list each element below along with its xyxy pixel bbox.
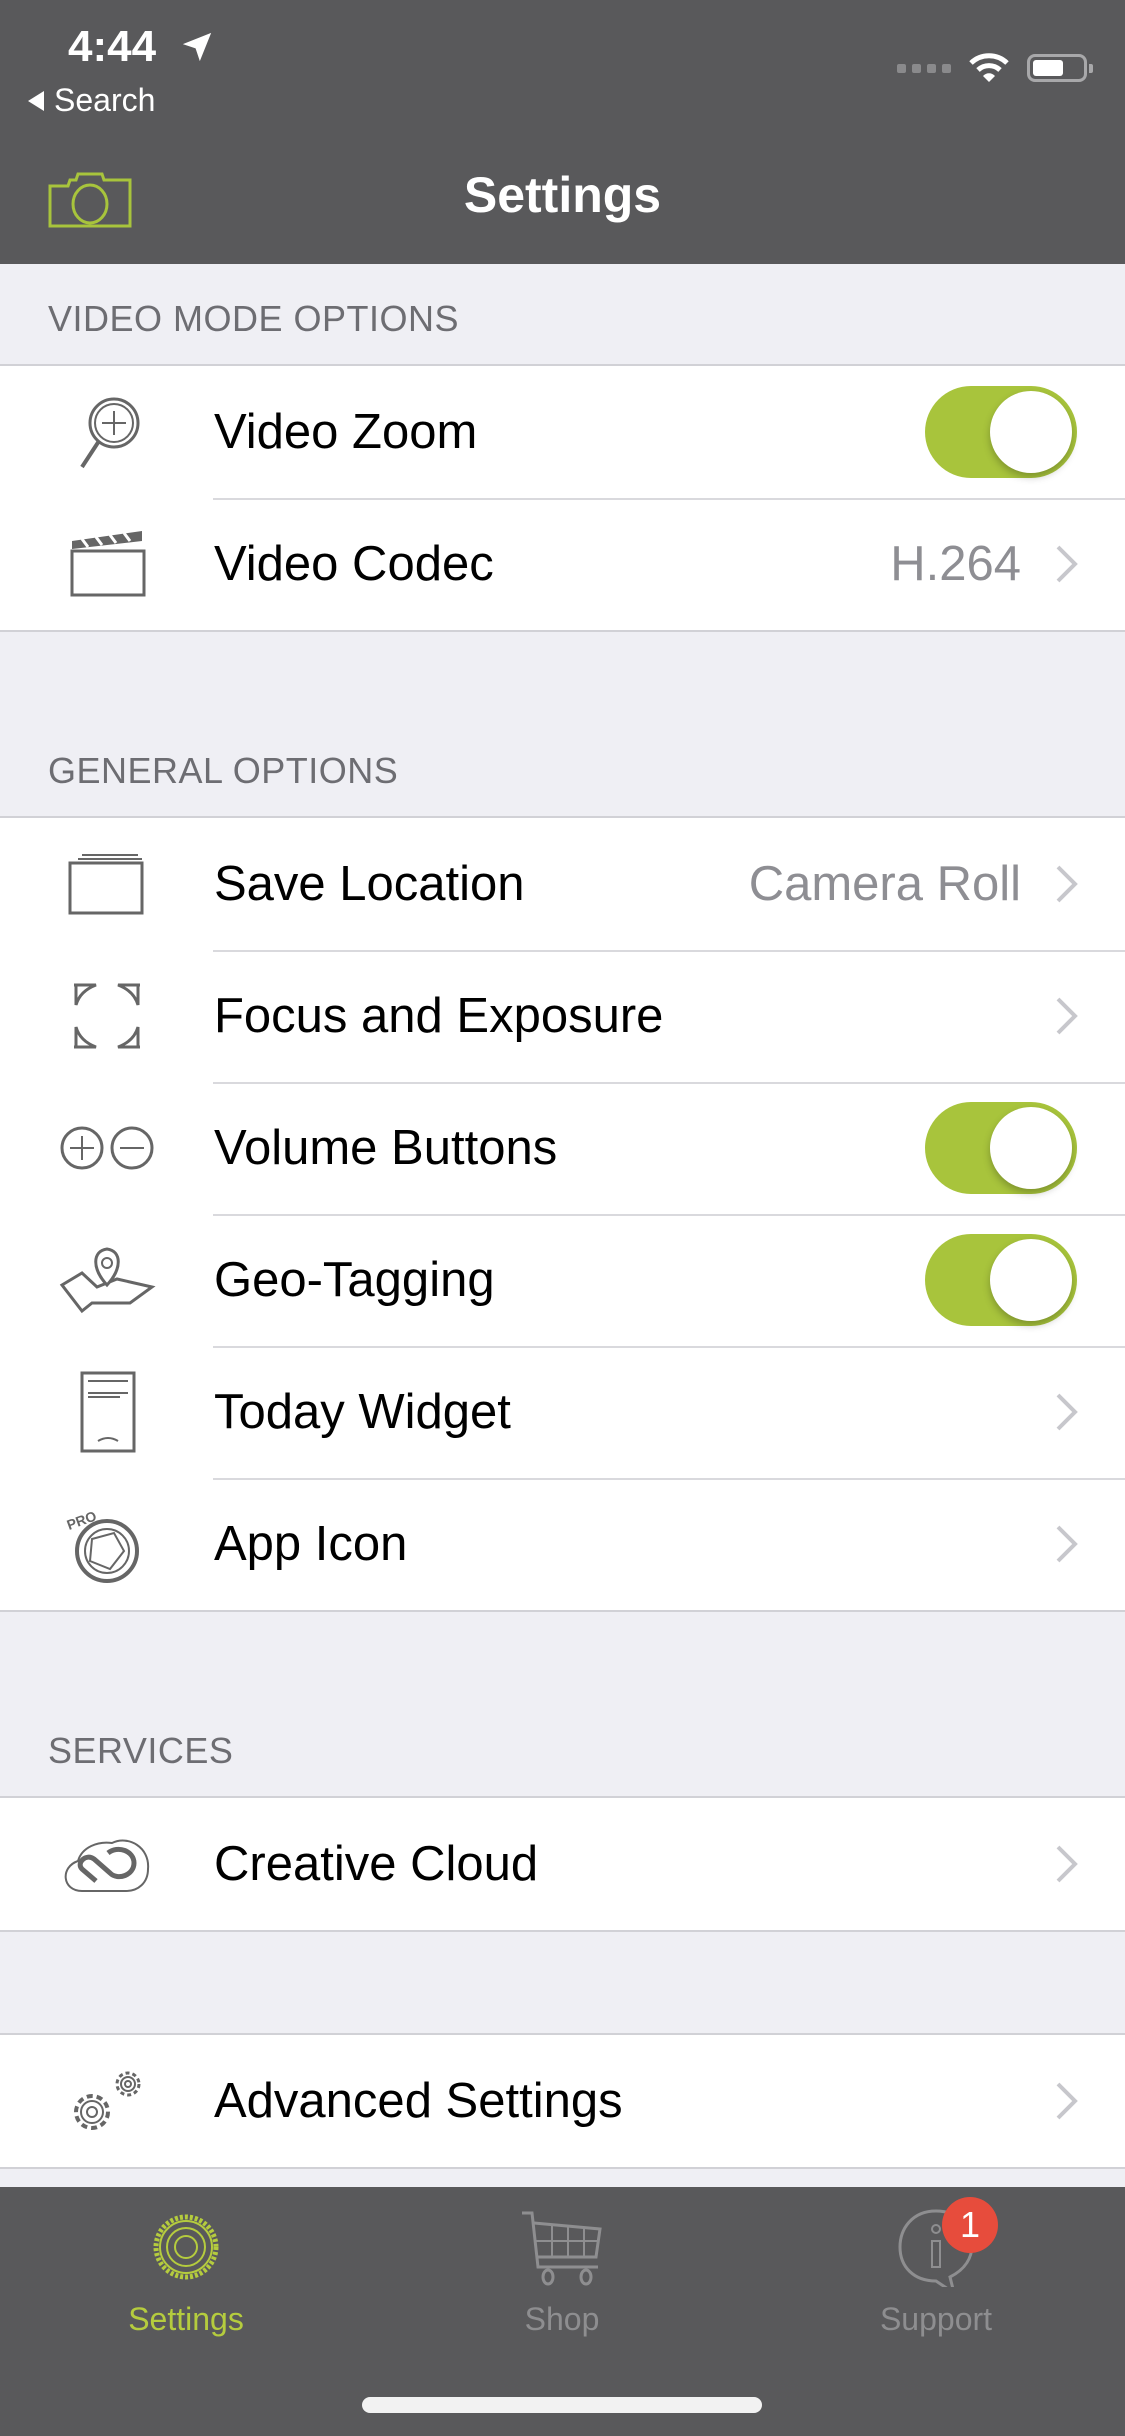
home-indicator[interactable] bbox=[362, 2397, 762, 2413]
services-group: Creative Cloud bbox=[0, 1796, 1125, 1932]
chevron-right-icon bbox=[1056, 545, 1078, 583]
tab-support[interactable]: 1 Support bbox=[836, 2197, 1036, 2338]
chevron-right-icon bbox=[1056, 1845, 1078, 1883]
back-label: Search bbox=[54, 82, 156, 118]
row-label: Creative Cloud bbox=[214, 1837, 539, 1891]
row-label: App Icon bbox=[214, 1517, 408, 1571]
location-arrow-icon bbox=[182, 32, 212, 62]
focus-brackets-icon bbox=[52, 971, 162, 1061]
row-video-codec[interactable]: Video Codec H.264 bbox=[0, 498, 1125, 630]
tab-shop[interactable]: Shop bbox=[462, 2207, 662, 2338]
status-indicators bbox=[897, 52, 1093, 84]
video-mode-options-group: Video Zoom Video Codec H.264 bbox=[0, 364, 1125, 632]
clapperboard-icon bbox=[52, 519, 162, 609]
row-value: H.264 bbox=[890, 537, 1021, 591]
row-today-widget[interactable]: Today Widget bbox=[0, 1346, 1125, 1478]
support-badge: 1 bbox=[942, 2197, 998, 2253]
chevron-right-icon bbox=[1056, 865, 1078, 903]
volume-buttons-toggle[interactable] bbox=[925, 1102, 1077, 1194]
plus-minus-icon bbox=[52, 1103, 162, 1193]
section-header-video-mode: VIDEO MODE OPTIONS bbox=[48, 298, 460, 339]
map-pin-icon bbox=[52, 1235, 162, 1325]
tab-label: Support bbox=[879, 2301, 993, 2337]
row-label: Focus and Exposure bbox=[214, 989, 664, 1043]
row-geo-tagging[interactable]: Geo-Tagging bbox=[0, 1214, 1125, 1346]
tab-label: Shop bbox=[524, 2301, 600, 2337]
tab-settings[interactable]: Settings bbox=[86, 2207, 286, 2338]
back-triangle-icon bbox=[28, 90, 44, 111]
row-label: Geo-Tagging bbox=[214, 1253, 495, 1307]
row-video-zoom[interactable]: Video Zoom bbox=[0, 366, 1125, 498]
creative-cloud-icon bbox=[52, 1819, 162, 1909]
row-app-icon[interactable]: PRO App Icon bbox=[0, 1478, 1125, 1610]
row-creative-cloud[interactable]: Creative Cloud bbox=[0, 1798, 1125, 1930]
geo-tagging-toggle[interactable] bbox=[925, 1234, 1077, 1326]
magnifier-plus-icon bbox=[52, 387, 162, 477]
chevron-right-icon bbox=[1056, 1525, 1078, 1563]
row-volume-buttons[interactable]: Volume Buttons bbox=[0, 1082, 1125, 1214]
video-zoom-toggle[interactable] bbox=[925, 386, 1077, 478]
page-title: Settings bbox=[463, 167, 662, 223]
row-save-location[interactable]: Save Location Camera Roll bbox=[0, 818, 1125, 950]
row-label: Video Zoom bbox=[214, 405, 478, 459]
status-time: 4:44 bbox=[68, 22, 157, 71]
row-label: Save Location bbox=[214, 857, 525, 911]
back-to-search-button[interactable]: Search bbox=[28, 82, 155, 119]
row-focus-exposure[interactable]: Focus and Exposure bbox=[0, 950, 1125, 1082]
chevron-right-icon bbox=[1056, 1393, 1078, 1431]
svg-text:PRO: PRO bbox=[65, 1507, 99, 1532]
photo-stack-icon bbox=[52, 839, 162, 929]
cart-icon bbox=[522, 2207, 602, 2287]
battery-icon bbox=[1027, 54, 1093, 82]
gears-icon bbox=[52, 2056, 162, 2146]
row-label: Volume Buttons bbox=[214, 1121, 558, 1175]
top-bar: 4:44 Search Settings bbox=[0, 0, 1125, 264]
section-header-services: SERVICES bbox=[48, 1730, 234, 1771]
wifi-icon bbox=[969, 53, 1009, 82]
general-options-group: Save Location Camera Roll Focus and Expo… bbox=[0, 816, 1125, 1612]
row-label: Advanced Settings bbox=[214, 2074, 623, 2128]
section-header-general: GENERAL OPTIONS bbox=[48, 750, 399, 791]
widget-icon bbox=[52, 1367, 162, 1457]
cellular-signal-icon bbox=[897, 63, 951, 73]
advanced-group: Advanced Settings bbox=[0, 2033, 1125, 2169]
settings-dial-icon bbox=[146, 2207, 226, 2287]
chevron-right-icon bbox=[1056, 2082, 1078, 2120]
tab-label: Settings bbox=[128, 2301, 244, 2337]
row-label: Video Codec bbox=[214, 537, 494, 591]
row-label: Today Widget bbox=[214, 1385, 511, 1439]
chevron-right-icon bbox=[1056, 997, 1078, 1035]
procamera-icon: PRO bbox=[52, 1499, 162, 1589]
info-bubble-icon: 1 bbox=[896, 2197, 998, 2297]
row-value: Camera Roll bbox=[748, 857, 1021, 911]
row-advanced-settings[interactable]: Advanced Settings bbox=[0, 2035, 1125, 2167]
